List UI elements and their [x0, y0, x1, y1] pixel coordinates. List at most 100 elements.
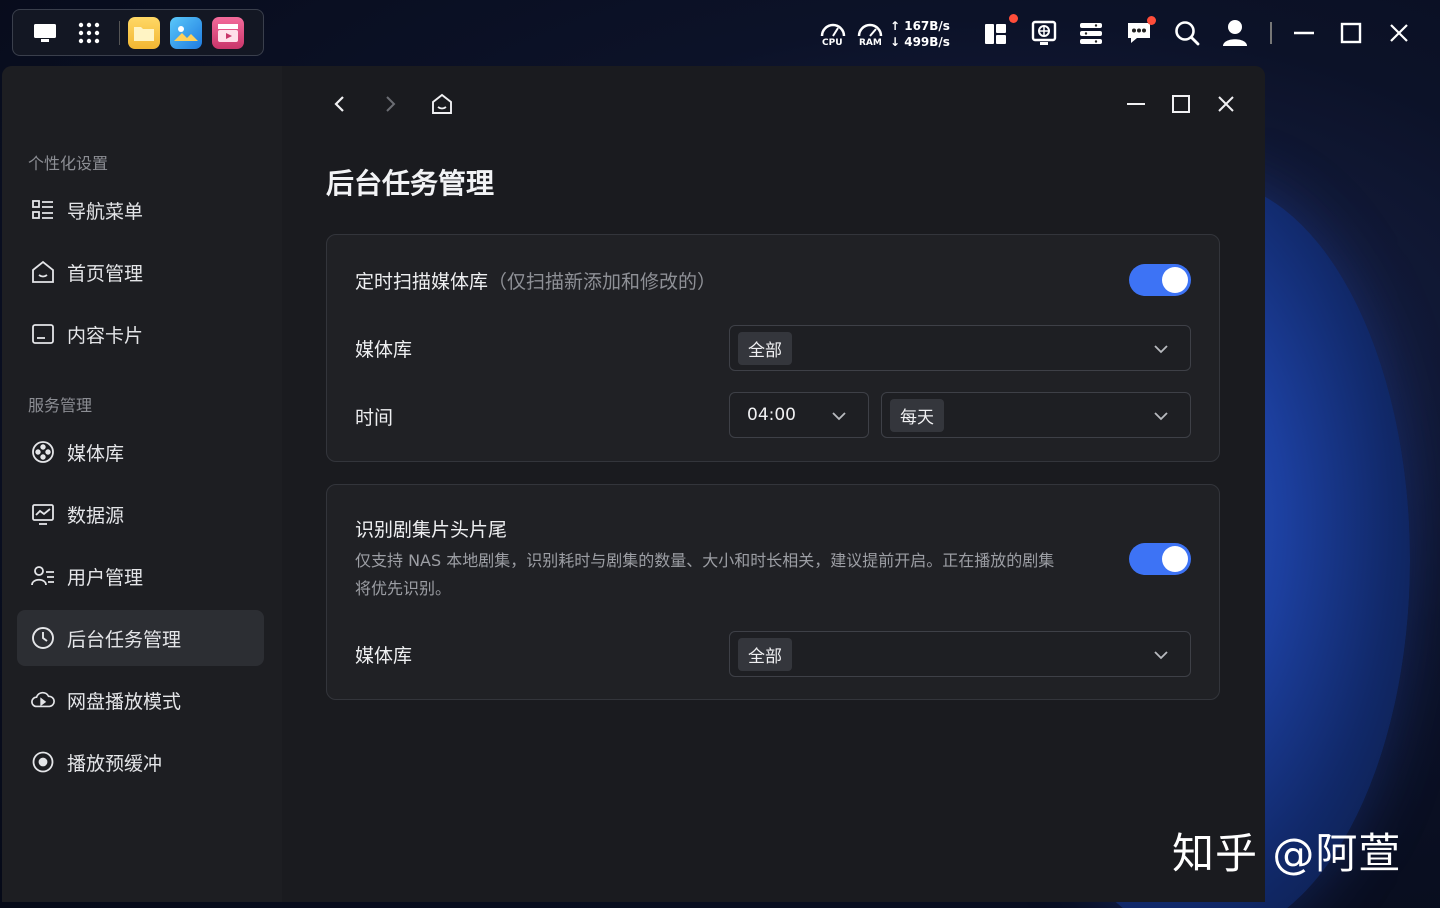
users-icon [31, 564, 55, 588]
scan-time-value: 04:00 [747, 405, 796, 425]
card-icon [31, 322, 55, 346]
server-settings-icon[interactable] [1078, 20, 1104, 46]
scheduled-scan-note: （仅扫描新添加和修改的） [488, 271, 717, 293]
chevron-down-icon [1152, 407, 1170, 425]
close-icon [1218, 96, 1234, 112]
home-icon [31, 260, 55, 284]
net-download-speed: ↓ 499B/s [890, 35, 950, 49]
net-upload-speed: ↑ 167B/s [890, 19, 950, 33]
sidebar-item-cloud-playback[interactable]: 网盘播放模式 [17, 672, 264, 728]
media-library-icon [31, 440, 55, 464]
description-line: 仅支持 NAS 本地剧集，识别耗时与剧集的数量、大小和时长相关，建议提前开启。正… [355, 551, 1055, 570]
data-source-icon [31, 502, 55, 526]
app-launcher-button[interactable] [67, 13, 111, 53]
intro-library-label: 媒体库 [355, 645, 413, 667]
toggle-knob [1162, 546, 1188, 572]
remote-access-icon[interactable] [1030, 19, 1058, 47]
intro-outro-card: 识别剧集片头片尾 仅支持 NAS 本地剧集，识别耗时与剧集的数量、大小和时长相关… [326, 484, 1220, 700]
cpu-label: CPU [822, 38, 843, 48]
cloud-icon [31, 688, 55, 712]
sidebar-section-personalization: 个性化设置 [28, 154, 109, 173]
close-session-icon[interactable] [1386, 20, 1412, 46]
sidebar-item-label: 播放预缓冲 [67, 752, 163, 775]
sidebar-item-background-tasks[interactable]: 后台任务管理 [17, 610, 264, 666]
network-speed: ↑ 167B/s ↓ 499B/s [890, 18, 950, 50]
chevron-down-icon [830, 407, 848, 425]
scan-time-label: 时间 [355, 407, 394, 429]
sidebar-item-label: 后台任务管理 [67, 628, 182, 651]
intro-library-select[interactable]: 全部 [729, 631, 1191, 677]
sidebar-item-label: 数据源 [67, 504, 125, 527]
maximize-all-icon[interactable] [1338, 20, 1364, 46]
sidebar-item-media-library[interactable]: 媒体库 [17, 424, 264, 480]
search-icon[interactable] [1173, 19, 1201, 47]
scan-frequency-tag: 每天 [890, 398, 944, 432]
scan-frequency-select[interactable]: 每天 [881, 392, 1191, 438]
record-icon [31, 750, 55, 774]
sidebar-item-label: 导航菜单 [67, 200, 144, 223]
window-minimize-button[interactable] [1122, 90, 1150, 118]
sidebar-item-data-source[interactable]: 数据源 [17, 486, 264, 542]
dock [12, 9, 264, 56]
widgets-icon[interactable] [983, 20, 1009, 46]
sidebar-section-services: 服务管理 [28, 396, 93, 415]
scheduled-scan-card: 定时扫描媒体库（仅扫描新添加和修改的） 媒体库 全部 时间 04:00 每天 [326, 234, 1220, 462]
show-desktop-button[interactable] [23, 13, 67, 53]
sidebar-item-label: 内容卡片 [67, 324, 144, 347]
grid-icon [78, 22, 100, 43]
chevron-down-icon [1152, 646, 1170, 664]
sidebar-item-label: 用户管理 [67, 566, 144, 589]
intro-outro-toggle[interactable] [1129, 543, 1191, 575]
page-title: 后台任务管理 [326, 167, 495, 200]
home-button[interactable] [428, 90, 456, 118]
intro-outro-description: 仅支持 NAS 本地剧集，识别耗时与剧集的数量、大小和时长相关，建议提前开启。正… [355, 547, 1105, 603]
scan-library-select[interactable]: 全部 [729, 325, 1191, 371]
forward-button[interactable] [376, 90, 404, 118]
scheduled-scan-title: 定时扫描媒体库 [355, 271, 489, 293]
window-close-button[interactable] [1212, 90, 1240, 118]
chevron-right-icon [386, 96, 396, 112]
scan-library-label: 媒体库 [355, 339, 413, 361]
toggle-knob [1162, 267, 1188, 293]
settings-window: 个性化设置 导航菜单 首页管理 内容卡片 服务管理 媒体库 数据源 用户管理 后… [2, 66, 1265, 902]
watermark: 知乎 @阿萱 [1172, 829, 1402, 878]
maximize-icon [1172, 95, 1190, 113]
back-button[interactable] [326, 90, 354, 118]
sidebar-item-label: 网盘播放模式 [67, 690, 182, 713]
widgets-notification-dot [1009, 14, 1018, 23]
tray-separator [1270, 22, 1272, 44]
photos-app-icon[interactable] [170, 16, 202, 49]
minimize-icon [1127, 103, 1145, 105]
nav-menu-icon [31, 198, 55, 222]
description-line: 将优先识别。 [355, 579, 452, 598]
sidebar-item-prebuffer[interactable]: 播放预缓冲 [17, 734, 264, 790]
sidebar-item-nav-menu[interactable]: 导航菜单 [17, 182, 264, 238]
minimize-all-icon[interactable] [1291, 20, 1317, 46]
ram-label: RAM [859, 38, 882, 48]
dock-separator [119, 20, 120, 45]
user-avatar-icon[interactable] [1221, 18, 1249, 48]
scheduled-scan-toggle[interactable] [1129, 264, 1191, 296]
sidebar-item-home[interactable]: 首页管理 [17, 244, 264, 300]
scan-library-tag: 全部 [738, 331, 792, 365]
intro-library-tag: 全部 [738, 637, 792, 671]
video-app-icon[interactable] [212, 16, 244, 49]
main-content: 后台任务管理 定时扫描媒体库（仅扫描新添加和修改的） 媒体库 全部 时间 04:… [282, 66, 1265, 902]
sidebar-item-label: 首页管理 [67, 262, 144, 285]
clock-icon [31, 626, 55, 650]
window-maximize-button[interactable] [1167, 90, 1195, 118]
messages-notification-dot [1147, 16, 1156, 25]
sidebar-item-content-cards[interactable]: 内容卡片 [17, 306, 264, 362]
sidebar-item-label: 媒体库 [67, 442, 125, 465]
scheduled-scan-title-row: 定时扫描媒体库（仅扫描新添加和修改的） [355, 267, 716, 294]
chevron-down-icon [1152, 340, 1170, 358]
sidebar-item-users[interactable]: 用户管理 [17, 548, 264, 604]
home-icon [432, 93, 452, 114]
taskbar: CPU RAM ↑ 167B/s ↓ 499B/s [0, 0, 1440, 66]
file-manager-icon[interactable] [128, 16, 160, 49]
sidebar: 个性化设置 导航菜单 首页管理 内容卡片 服务管理 媒体库 数据源 用户管理 后… [2, 66, 282, 902]
chevron-left-icon [334, 96, 344, 112]
intro-outro-title: 识别剧集片头片尾 [355, 519, 508, 541]
scan-time-select[interactable]: 04:00 [729, 392, 869, 438]
monitor-icon [34, 23, 56, 42]
